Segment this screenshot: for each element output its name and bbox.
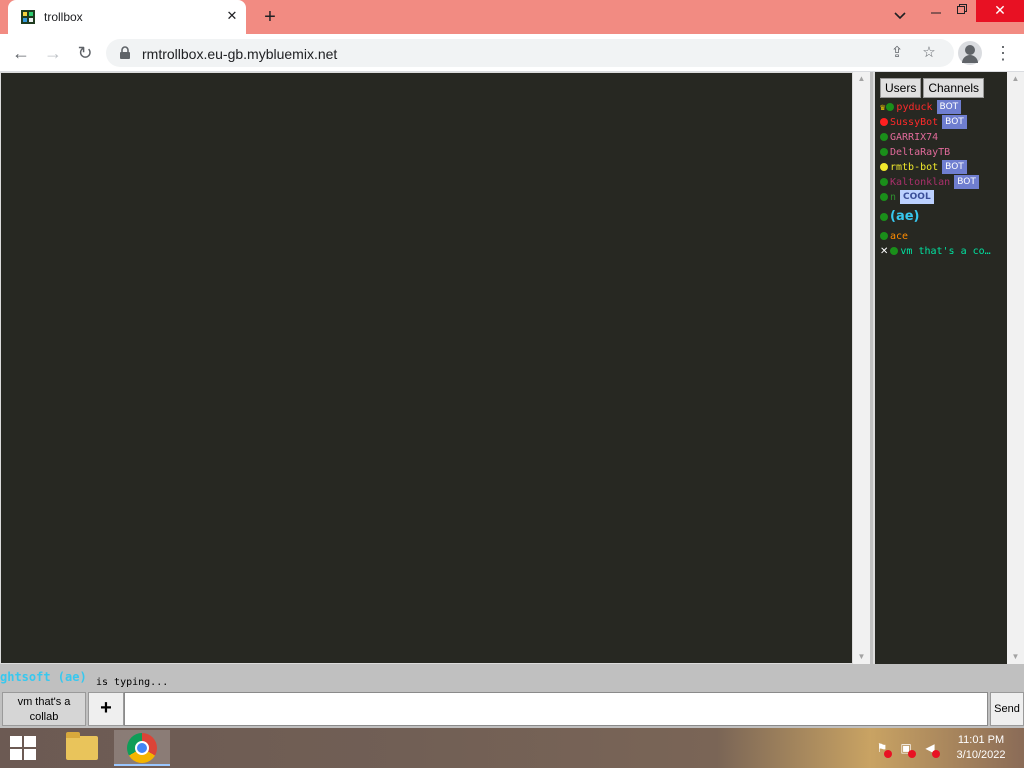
scroll-down-arrow-icon[interactable]: ▼ <box>853 650 870 664</box>
volume-muted-icon[interactable]: ◀ <box>922 740 940 758</box>
user-name: vm that's a co… <box>900 246 991 257</box>
user-list-item[interactable]: DeltaRayTB <box>880 145 1005 160</box>
user-list-item[interactable]: SussyBot BOT <box>880 115 1005 130</box>
tab-search-chevron-icon[interactable] <box>884 6 916 28</box>
sidebar-tabs: Users Channels <box>880 78 986 98</box>
close-window-button[interactable]: ✕ <box>976 0 1024 22</box>
status-dot-icon <box>880 178 888 186</box>
users-sidebar: Users Channels ♛ pyduck BOT SussyBot BOT GARR… <box>873 72 1007 664</box>
tab-users[interactable]: Users <box>880 78 922 98</box>
user-list-item[interactable]: n COOL <box>880 190 1005 205</box>
tab-channels[interactable]: Channels <box>923 78 985 98</box>
typing-status-text: is typing... <box>96 677 169 688</box>
status-dot-icon <box>890 247 899 255</box>
user-name: pyduck <box>896 102 933 113</box>
chat-messages-area[interactable] <box>0 72 853 664</box>
send-button[interactable]: Send <box>990 692 1024 726</box>
share-icon[interactable]: ⇪ <box>888 44 906 62</box>
user-list-item[interactable]: (ae) <box>880 205 1005 229</box>
user-badge: BOT <box>936 100 962 114</box>
user-name: DeltaRayTB <box>890 147 951 158</box>
scroll-down-arrow-icon[interactable]: ▼ <box>1007 650 1024 664</box>
url-text: rmtrollbox.eu-gb.mybluemix.net <box>142 46 338 62</box>
address-bar[interactable]: rmtrollbox.eu-gb.mybluemix.net ⇪ ☆ <box>106 39 954 67</box>
trollbox-page: ▲ ▼ Users Channels ♛ pyduck BOT SussyBot BOT… <box>0 72 1024 728</box>
clock-time: 11:01 PM <box>957 734 1005 746</box>
status-dot-icon <box>880 118 888 126</box>
action-center-flag-icon[interactable]: ⚑ <box>874 740 892 758</box>
user-list-item[interactable]: ♛ pyduck BOT <box>880 100 1005 115</box>
back-arrow-icon[interactable]: ← <box>10 42 32 64</box>
add-button[interactable]: + <box>88 692 124 726</box>
status-dot-icon <box>880 148 888 156</box>
user-name: ace <box>890 231 909 242</box>
system-clock[interactable]: 11:01 PM 3/10/2022 <box>950 733 1012 763</box>
user-name: SussyBot <box>890 117 939 128</box>
user-badge: BOT <box>942 160 967 174</box>
user-name: rmtb-bot <box>890 162 939 173</box>
new-tab-button[interactable]: + <box>258 6 282 28</box>
mute-x-icon[interactable]: ✕ <box>880 246 888 257</box>
user-badge: BOT <box>942 115 967 129</box>
current-channel-button[interactable]: vm that's a collab <box>2 692 86 726</box>
scroll-up-arrow-icon[interactable]: ▲ <box>1007 72 1024 86</box>
forward-arrow-icon[interactable]: → <box>42 42 64 64</box>
typing-indicator: ghtsoft (ae) is typing... <box>0 670 853 690</box>
chat-scrollbar[interactable]: ▲ ▼ <box>853 72 870 664</box>
network-icon[interactable]: ▣ <box>898 740 916 758</box>
status-dot-icon <box>880 193 888 201</box>
close-tab-icon[interactable]: ✕ <box>224 8 240 24</box>
windows-taskbar: ⚑ ▣ ◀ 11:01 PM 3/10/2022 <box>0 728 1024 768</box>
user-list-item[interactable]: rmtb-bot BOT <box>880 160 1005 175</box>
chrome-icon <box>127 733 157 763</box>
browser-menu-icon[interactable]: ⋮ <box>994 42 1012 64</box>
user-list-item[interactable]: ✕ vm that's a co… <box>880 244 1005 259</box>
status-dot-icon <box>880 213 888 221</box>
message-input[interactable] <box>124 692 988 726</box>
message-input-row: vm that's a collab + Send <box>0 690 1024 728</box>
status-dot-icon <box>880 232 888 240</box>
clock-date: 3/10/2022 <box>956 749 1006 761</box>
user-list-item[interactable]: ace <box>880 229 1005 244</box>
user-list-item[interactable]: GARRIX74 <box>880 130 1005 145</box>
browser-toolbar: ← → ↻ rmtrollbox.eu-gb.mybluemix.net ⇪ ☆… <box>0 34 1024 72</box>
status-dot-icon <box>880 133 888 141</box>
windows-start-icon[interactable] <box>10 736 38 760</box>
trollbox-favicon-icon <box>21 10 35 24</box>
status-dot-icon <box>880 163 888 171</box>
bookmark-star-icon[interactable]: ☆ <box>920 44 938 62</box>
user-list-item[interactable]: Kaltonklan BOT <box>880 175 1005 190</box>
user-badge: BOT <box>954 175 979 189</box>
file-explorer-taskbar-button[interactable] <box>54 730 110 766</box>
scroll-up-arrow-icon[interactable]: ▲ <box>853 72 870 86</box>
user-list: ♛ pyduck BOT SussyBot BOT GARRIX74 DeltaRayTB r… <box>880 100 1005 259</box>
users-scrollbar[interactable]: ▲ ▼ <box>1007 72 1024 664</box>
crown-icon: ♛ <box>880 103 886 113</box>
user-badge: COOL <box>900 190 934 204</box>
typing-user-name: ghtsoft (ae) <box>0 670 87 684</box>
user-name: (ae) <box>890 209 920 224</box>
folder-icon <box>66 732 98 760</box>
browser-tab[interactable]: trollbox ✕ <box>8 0 246 34</box>
profile-avatar-icon[interactable] <box>958 41 982 65</box>
tab-title: trollbox <box>44 10 83 24</box>
user-name: n <box>890 192 897 203</box>
lock-icon <box>120 46 130 59</box>
reload-icon[interactable]: ↻ <box>74 42 96 64</box>
browser-titlebar: trollbox ✕ + ✕ <box>0 0 1024 34</box>
chrome-taskbar-button[interactable] <box>114 730 170 766</box>
status-dot-icon <box>886 103 895 111</box>
user-name: Kaltonklan <box>890 177 951 188</box>
restore-window-button[interactable] <box>946 0 978 22</box>
user-name: GARRIX74 <box>890 132 939 143</box>
